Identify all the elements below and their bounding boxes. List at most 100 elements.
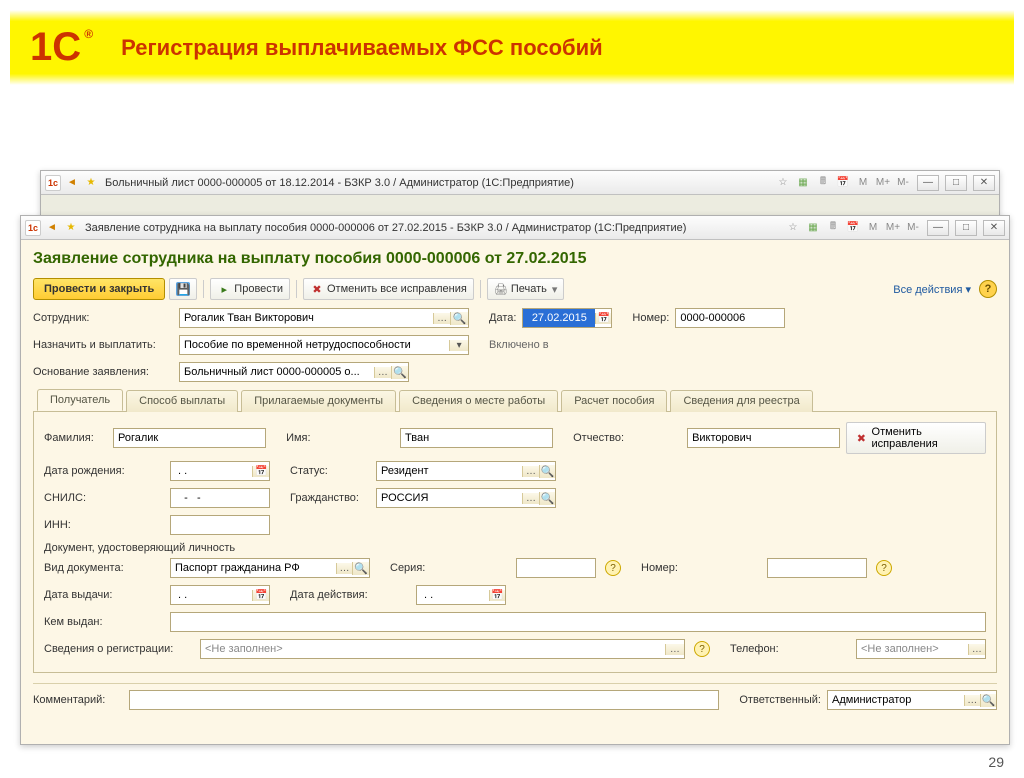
docnum-field[interactable] <box>767 558 867 578</box>
assign-field[interactable]: ▾ <box>179 335 469 355</box>
citizenship-field[interactable]: …🔍 <box>376 488 556 508</box>
tab-calculation[interactable]: Расчет пособия <box>561 390 667 412</box>
m-plus-icon[interactable]: M+ <box>875 175 891 191</box>
back-icon[interactable]: ◄ <box>44 220 60 236</box>
calendar-icon[interactable]: 📅 <box>252 466 269 477</box>
snils-input[interactable] <box>171 489 269 507</box>
firstname-field[interactable] <box>400 428 553 448</box>
cancel-corrections-button[interactable]: ✖Отменить исправления <box>846 422 986 454</box>
picker-icon[interactable]: … <box>522 466 538 477</box>
close-button[interactable]: ✕ <box>983 220 1005 236</box>
issue-date-field[interactable]: 📅 <box>170 585 270 605</box>
submit-close-button[interactable]: Провести и закрыть <box>33 278 165 300</box>
picker-icon[interactable]: … <box>665 644 684 655</box>
patronymic-input[interactable] <box>688 429 839 447</box>
minimize-button[interactable]: — <box>917 175 939 191</box>
tab-workplace[interactable]: Сведения о месте работы <box>399 390 558 412</box>
dropdown-icon[interactable]: ▾ <box>449 340 468 351</box>
snils-field[interactable] <box>170 488 270 508</box>
m-minus-icon[interactable]: M- <box>895 175 911 191</box>
calendar-icon[interactable]: 📅 <box>835 175 851 191</box>
picker-icon[interactable]: … <box>433 313 451 324</box>
reg-info-field[interactable]: … <box>200 639 685 659</box>
back-icon[interactable]: ◄ <box>64 175 80 191</box>
issued-by-input[interactable] <box>171 613 985 631</box>
m-icon[interactable]: M <box>855 175 871 191</box>
print-button[interactable]: 🖨Печать▾ <box>487 278 565 300</box>
minimize-button[interactable]: — <box>927 220 949 236</box>
m-icon[interactable]: M <box>865 220 881 236</box>
cancel-all-button[interactable]: ✖Отменить все исправления <box>303 278 474 300</box>
calc-icon[interactable]: 🖩 <box>815 175 831 191</box>
date-field[interactable]: 📅 <box>522 308 612 328</box>
search-icon[interactable]: 🔍 <box>980 694 996 707</box>
grid-icon[interactable]: ▦ <box>795 175 811 191</box>
calc-icon[interactable]: 🖩 <box>825 220 841 236</box>
basis-field[interactable]: … 🔍 <box>179 362 409 382</box>
patronymic-field[interactable] <box>687 428 840 448</box>
status-field[interactable]: …🔍 <box>376 461 556 481</box>
docnum-input[interactable] <box>768 559 866 577</box>
tab-recipient[interactable]: Получатель <box>37 389 123 411</box>
issued-by-field[interactable] <box>170 612 986 632</box>
lastname-input[interactable] <box>114 429 265 447</box>
inn-input[interactable] <box>171 516 269 534</box>
employee-input[interactable] <box>180 309 433 327</box>
comment-input[interactable] <box>130 691 718 709</box>
fav-icon[interactable]: ☆ <box>775 175 791 191</box>
calendar-icon[interactable]: 📅 <box>845 220 861 236</box>
citizenship-input[interactable] <box>377 489 522 507</box>
phone-input[interactable] <box>857 640 968 658</box>
series-input[interactable] <box>517 559 595 577</box>
firstname-input[interactable] <box>401 429 552 447</box>
picker-icon[interactable]: … <box>374 367 391 378</box>
m-plus-icon[interactable]: M+ <box>885 220 901 236</box>
close-button[interactable]: ✕ <box>973 175 995 191</box>
grid-icon[interactable]: ▦ <box>805 220 821 236</box>
tab-documents[interactable]: Прилагаемые документы <box>241 390 396 412</box>
valid-until-input[interactable] <box>417 586 489 604</box>
help-button[interactable]: ? <box>979 280 997 298</box>
series-field[interactable] <box>516 558 596 578</box>
phone-field[interactable]: … <box>856 639 986 659</box>
valid-until-field[interactable]: 📅 <box>416 585 506 605</box>
calendar-icon[interactable]: 📅 <box>595 313 611 324</box>
assign-input[interactable] <box>180 336 449 354</box>
dob-field[interactable]: 📅 <box>170 461 270 481</box>
help-icon[interactable]: ? <box>605 560 621 576</box>
save-button[interactable]: 💾 <box>169 278 197 300</box>
tab-payment[interactable]: Способ выплаты <box>126 390 238 412</box>
status-input[interactable] <box>377 462 522 480</box>
fav-icon[interactable]: ☆ <box>785 220 801 236</box>
basis-input[interactable] <box>180 363 374 381</box>
maximize-button[interactable]: □ <box>945 175 967 191</box>
reg-info-input[interactable] <box>201 640 665 658</box>
picker-icon[interactable]: … <box>522 493 538 504</box>
number-field[interactable] <box>675 308 785 328</box>
number-input[interactable] <box>676 309 784 327</box>
maximize-button[interactable]: □ <box>955 220 977 236</box>
doc-type-input[interactable] <box>171 559 336 577</box>
calendar-icon[interactable]: 📅 <box>489 590 505 601</box>
search-icon[interactable]: 🔍 <box>352 562 369 575</box>
dob-input[interactable] <box>171 462 252 480</box>
picker-icon[interactable]: … <box>968 644 985 655</box>
calendar-icon[interactable]: 📅 <box>252 590 269 601</box>
submit-button[interactable]: ▸Провести <box>210 278 290 300</box>
help-icon[interactable]: ? <box>694 641 710 657</box>
all-actions-link[interactable]: Все действия ▾ <box>889 281 975 298</box>
doc-type-field[interactable]: …🔍 <box>170 558 370 578</box>
help-icon[interactable]: ? <box>876 560 892 576</box>
star-icon[interactable]: ★ <box>63 220 79 236</box>
search-icon[interactable]: 🔍 <box>539 492 555 505</box>
date-input[interactable] <box>523 309 595 327</box>
responsible-field[interactable]: …🔍 <box>827 690 997 710</box>
employee-field[interactable]: … 🔍 <box>179 308 469 328</box>
issue-date-input[interactable] <box>171 586 252 604</box>
inn-field[interactable] <box>170 515 270 535</box>
star-icon[interactable]: ★ <box>83 175 99 191</box>
m-minus-icon[interactable]: M- <box>905 220 921 236</box>
comment-field[interactable] <box>129 690 719 710</box>
picker-icon[interactable]: … <box>336 563 353 574</box>
search-icon[interactable]: 🔍 <box>391 366 408 379</box>
